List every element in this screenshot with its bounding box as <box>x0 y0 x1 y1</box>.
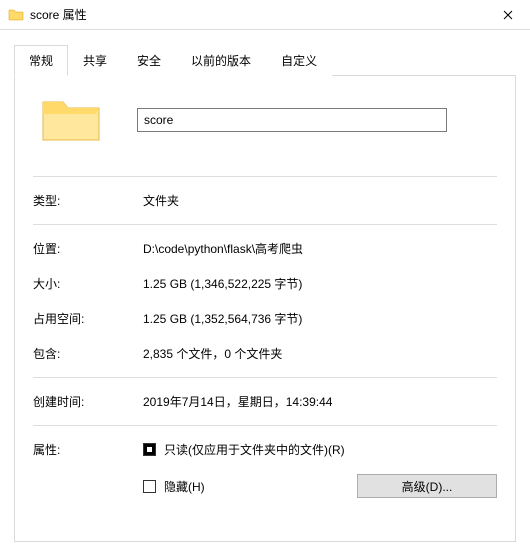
contains-value: 2,835 个文件，0 个文件夹 <box>143 345 497 362</box>
row-contains: 包含: 2,835 个文件，0 个文件夹 <box>33 336 497 371</box>
tabstrip: 常规 共享 安全 以前的版本 自定义 <box>0 30 530 75</box>
tab-previous-versions[interactable]: 以前的版本 <box>176 45 266 76</box>
header-row: score <box>33 94 497 146</box>
created-value: 2019年7月14日，星期日，14:39:44 <box>143 393 497 410</box>
row-size-on-disk: 占用空间: 1.25 GB (1,352,564,736 字节) <box>33 301 497 336</box>
window-title: score 属性 <box>30 6 87 23</box>
sizeondisk-value: 1.25 GB (1,352,564,736 字节) <box>143 310 497 327</box>
size-value: 1.25 GB (1,346,522,225 字节) <box>143 275 497 292</box>
tab-security[interactable]: 安全 <box>122 45 176 76</box>
folder-name-text: score <box>144 113 173 127</box>
type-label: 类型: <box>33 192 143 209</box>
row-size: 大小: 1.25 GB (1,346,522,225 字节) <box>33 266 497 301</box>
tab-customize[interactable]: 自定义 <box>266 45 332 76</box>
location-value: D:\code\python\flask\高考爬虫 <box>143 240 497 257</box>
location-label: 位置: <box>33 240 143 257</box>
advanced-button[interactable]: 高级(D)... <box>357 474 497 498</box>
tab-sharing[interactable]: 共享 <box>68 45 122 76</box>
advanced-button-label: 高级(D)... <box>402 478 453 495</box>
row-attributes: 属性: 只读(仅应用于文件夹中的文件)(R) 隐藏(H) 高级(D)... <box>33 432 497 507</box>
folder-large-icon <box>39 94 103 146</box>
row-location: 位置: D:\code\python\flask\高考爬虫 <box>33 231 497 266</box>
checkbox-icon <box>143 480 156 493</box>
row-type: 类型: 文件夹 <box>33 183 497 218</box>
divider <box>33 377 497 378</box>
type-value: 文件夹 <box>143 192 497 209</box>
tab-general[interactable]: 常规 <box>14 45 68 76</box>
checkbox-icon <box>143 443 156 456</box>
readonly-checkbox[interactable]: 只读(仅应用于文件夹中的文件)(R) <box>143 441 497 458</box>
close-button[interactable] <box>485 0 530 30</box>
attributes-label: 属性: <box>33 441 143 458</box>
sizeondisk-label: 占用空间: <box>33 310 143 327</box>
size-label: 大小: <box>33 275 143 292</box>
divider <box>33 425 497 426</box>
created-label: 创建时间: <box>33 393 143 410</box>
readonly-label: 只读(仅应用于文件夹中的文件)(R) <box>164 441 345 458</box>
divider <box>33 224 497 225</box>
hidden-checkbox[interactable]: 隐藏(H) <box>143 478 205 495</box>
folder-name-input[interactable]: score <box>137 108 447 132</box>
hidden-label: 隐藏(H) <box>164 478 205 495</box>
general-panel: score 类型: 文件夹 位置: D:\code\python\flask\高… <box>14 75 516 542</box>
titlebar: score 属性 <box>0 0 530 30</box>
contains-label: 包含: <box>33 345 143 362</box>
divider <box>33 176 497 177</box>
close-icon <box>503 10 513 20</box>
properties-list: 类型: 文件夹 位置: D:\code\python\flask\高考爬虫 大小… <box>33 183 497 507</box>
row-created: 创建时间: 2019年7月14日，星期日，14:39:44 <box>33 384 497 419</box>
folder-icon <box>8 7 24 23</box>
